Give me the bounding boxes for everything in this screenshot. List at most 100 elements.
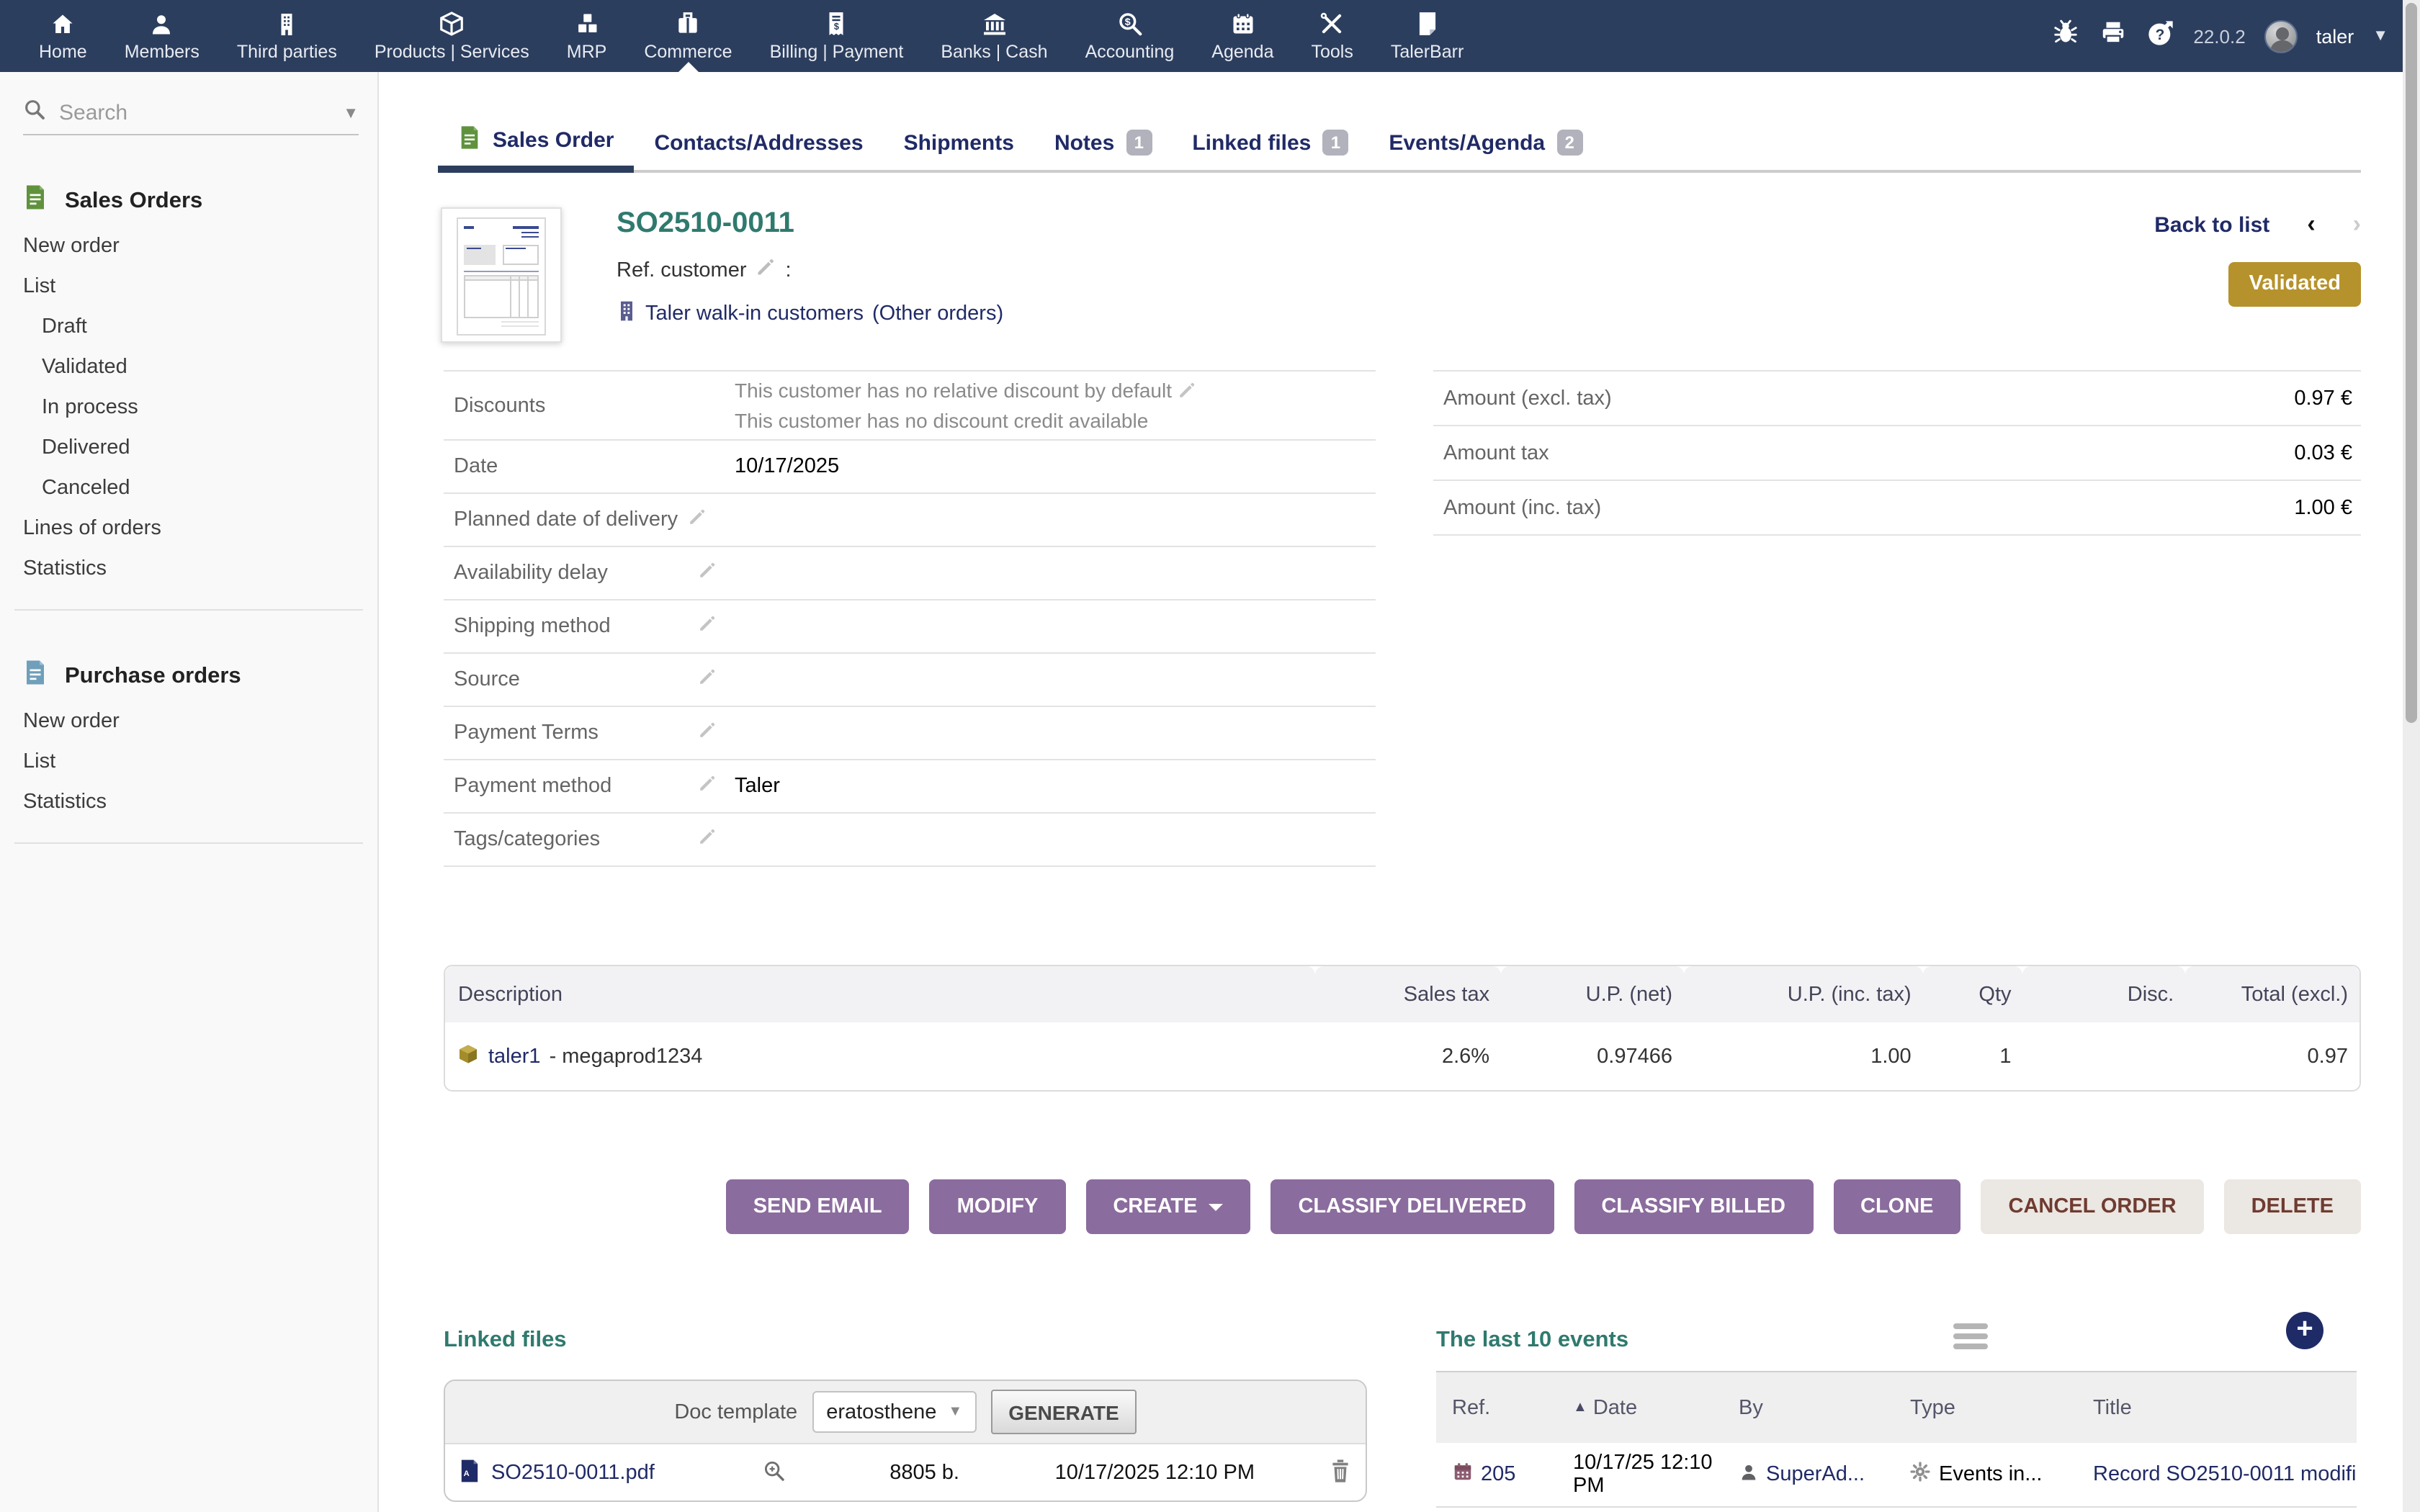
modify-button[interactable]: MODIFY	[930, 1179, 1066, 1234]
sidebar-search[interactable]: ▼	[23, 101, 359, 135]
customer-link[interactable]: Taler walk-in customers	[645, 302, 864, 325]
sidebar-item-so-statistics[interactable]: Statistics	[0, 549, 377, 589]
customer-other-orders-link[interactable]: (Other orders)	[872, 302, 1003, 325]
back-to-list-link[interactable]: Back to list	[2154, 212, 2269, 237]
banks-icon	[980, 11, 1008, 37]
tab-notes[interactable]: Notes1	[1034, 130, 1172, 170]
add-event-button[interactable]: +	[2286, 1312, 2323, 1349]
order-line-row[interactable]: taler1 - megaprod1234 2.6% 0.97466 1.00 …	[445, 1022, 2360, 1090]
sales-order-tab-icon	[458, 125, 481, 156]
nav-item-members[interactable]: Members	[106, 0, 218, 72]
nav-item-accounting[interactable]: $ Accounting	[1067, 0, 1193, 72]
nav-item-billing-payment[interactable]: $ Billing | Payment	[751, 0, 923, 72]
tab-shipments[interactable]: Shipments	[884, 131, 1034, 170]
events-menu-icon[interactable]	[1953, 1323, 1988, 1354]
tab-sales-order[interactable]: Sales Order	[438, 125, 634, 173]
nav-item-commerce[interactable]: Commerce	[625, 0, 750, 72]
doc-template-select[interactable]: eratosthene ▼	[812, 1391, 977, 1433]
accounting-icon: $	[1116, 10, 1143, 37]
nav-item-home[interactable]: Home	[20, 0, 106, 72]
event-row[interactable]: 205 10/17/25 12:10 PM SuperAd... Events …	[1436, 1443, 2357, 1506]
sidebar-item-so-delivered[interactable]: Delivered	[0, 428, 377, 468]
event-title-link[interactable]: Record SO2510-0011 modifi	[2093, 1463, 2357, 1486]
billing-icon: $	[825, 10, 847, 37]
avatar[interactable]	[2264, 19, 2298, 53]
user-menu-label[interactable]: taler	[2316, 25, 2354, 47]
clone-button[interactable]: CLONE	[1833, 1179, 1961, 1234]
cancel-order-button[interactable]: CANCEL ORDER	[1981, 1179, 2204, 1234]
order-reference: SO2510-0011	[617, 207, 1003, 240]
sidebar-item-so-new-order[interactable]: New order	[0, 226, 377, 266]
chevron-down-icon[interactable]: ▼	[2372, 27, 2388, 45]
sidebar-item-so-canceled[interactable]: Canceled	[0, 468, 377, 508]
edit-availability-delay-icon[interactable]	[697, 560, 717, 586]
status-badge: Validated	[2229, 262, 2361, 307]
edit-discount-icon[interactable]	[1178, 379, 1198, 407]
create-caret-icon	[1209, 1203, 1223, 1210]
sidebar-item-po-list[interactable]: List	[0, 742, 377, 782]
doc-generation-bar: Doc template eratosthene ▼ GENERATE	[445, 1381, 1366, 1444]
event-by-link[interactable]: SuperAd...	[1766, 1463, 1865, 1486]
search-dropdown-caret-icon[interactable]: ▼	[343, 104, 359, 122]
detail-row-shipping-method: Shipping method	[444, 599, 1376, 652]
delete-button[interactable]: DELETE	[2224, 1179, 2361, 1234]
tab-linked-files[interactable]: Linked files1	[1172, 130, 1368, 170]
search-input[interactable]	[59, 101, 304, 125]
nav-item-talerbarr[interactable]: TalerBarr	[1372, 0, 1482, 72]
detail-row-tags-categories: Tags/categories	[444, 812, 1376, 865]
send-email-button[interactable]: SEND EMAIL	[726, 1179, 910, 1234]
sidebar-item-po-new-order[interactable]: New order	[0, 701, 377, 742]
linked-file-link[interactable]: SO2510-0011.pdf	[491, 1462, 655, 1485]
edit-shipping-method-icon[interactable]	[697, 613, 717, 639]
create-button[interactable]: CREATE	[1085, 1179, 1250, 1234]
nav-item-products-services[interactable]: Products | Services	[356, 0, 548, 72]
home-icon	[49, 11, 76, 37]
tab-contacts-addresses[interactable]: Contacts/Addresses	[634, 131, 883, 170]
sidebar-item-so-in-process[interactable]: In process	[0, 387, 377, 428]
line-up-inc-tax: 1.00	[1684, 1022, 1923, 1090]
nav-item-third-parties[interactable]: Third parties	[218, 0, 356, 72]
edit-payment-terms-icon[interactable]	[697, 720, 717, 746]
edit-source-icon[interactable]	[697, 667, 717, 693]
sidebar-item-po-statistics[interactable]: Statistics	[0, 782, 377, 822]
edit-ref-customer-icon[interactable]	[756, 256, 777, 284]
detail-row-payment-method: Payment method Taler	[444, 759, 1376, 812]
order-lines-table: Description Sales tax U.P. (net) U.P. (i…	[444, 965, 2361, 1092]
generate-button[interactable]: GENERATE	[991, 1390, 1137, 1434]
nav-item-banks-cash[interactable]: Banks | Cash	[922, 0, 1066, 72]
ref-customer-line: Ref. customer :	[617, 256, 1003, 284]
print-icon[interactable]	[2098, 19, 2127, 53]
edit-planned-delivery-icon[interactable]	[686, 507, 707, 533]
nav-item-tools[interactable]: Tools	[1293, 0, 1372, 72]
document-preview-thumbnail[interactable]	[441, 207, 562, 343]
sidebar-item-so-draft[interactable]: Draft	[0, 307, 377, 347]
nav-item-mrp[interactable]: MRP	[548, 0, 626, 72]
classify-billed-button[interactable]: CLASSIFY BILLED	[1574, 1179, 1813, 1234]
detail-row-availability-delay: Availability delay	[444, 546, 1376, 599]
tab-events-agenda[interactable]: Events/Agenda2	[1368, 130, 1603, 170]
page-scrollbar[interactable]	[2403, 0, 2420, 1512]
nav-item-agenda[interactable]: Agenda	[1193, 0, 1292, 72]
sidebar-item-so-lines-of-orders[interactable]: Lines of orders	[0, 508, 377, 549]
edit-payment-method-icon[interactable]	[697, 773, 717, 799]
linked-files-count-badge: 1	[1322, 130, 1348, 156]
delete-file-icon[interactable]	[1330, 1458, 1351, 1488]
sort-asc-icon: ▲	[1573, 1400, 1587, 1416]
select-caret-icon: ▼	[948, 1404, 962, 1420]
scrollbar-thumb[interactable]	[2406, 3, 2417, 723]
help-icon[interactable]: ?	[2146, 18, 2174, 54]
order-header: SO2510-0011 Ref. customer : Taler walk-i…	[617, 207, 1003, 328]
list-navigation: Back to list ‹ ›	[2154, 210, 2361, 239]
sidebar-item-so-validated[interactable]: Validated	[0, 347, 377, 387]
previous-record-icon[interactable]: ‹	[2307, 210, 2315, 239]
edit-tags-icon[interactable]	[697, 827, 717, 852]
preview-file-icon[interactable]	[762, 1458, 786, 1488]
event-ref-link[interactable]: 205	[1481, 1463, 1515, 1486]
product-link[interactable]: taler1	[488, 1045, 541, 1068]
classify-delivered-button[interactable]: CLASSIFY DELIVERED	[1270, 1179, 1554, 1234]
sidebar-item-so-list[interactable]: List	[0, 266, 377, 307]
event-type-gear-icon	[1910, 1462, 1930, 1488]
bug-report-icon[interactable]	[2051, 19, 2079, 53]
third-parties-icon	[275, 11, 298, 37]
svg-text:?: ?	[2155, 26, 2164, 42]
